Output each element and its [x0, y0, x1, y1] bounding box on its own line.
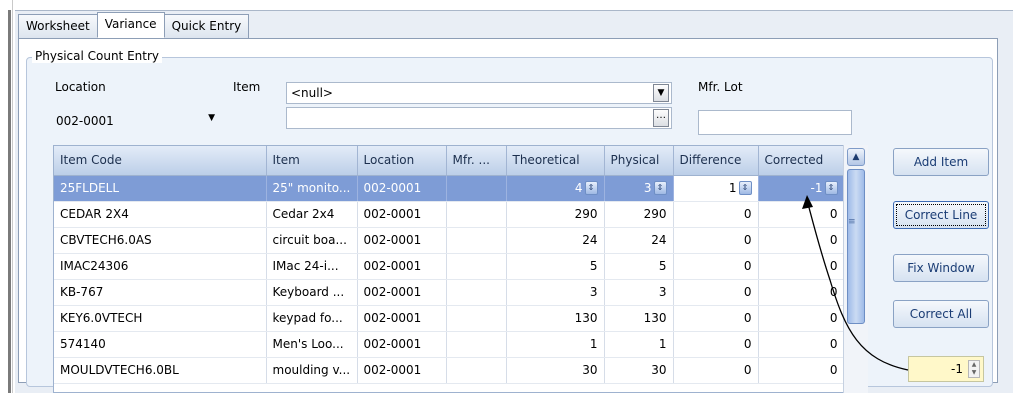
tab-variance[interactable]: Variance [96, 12, 165, 38]
annotation-arrow [802, 195, 909, 371]
